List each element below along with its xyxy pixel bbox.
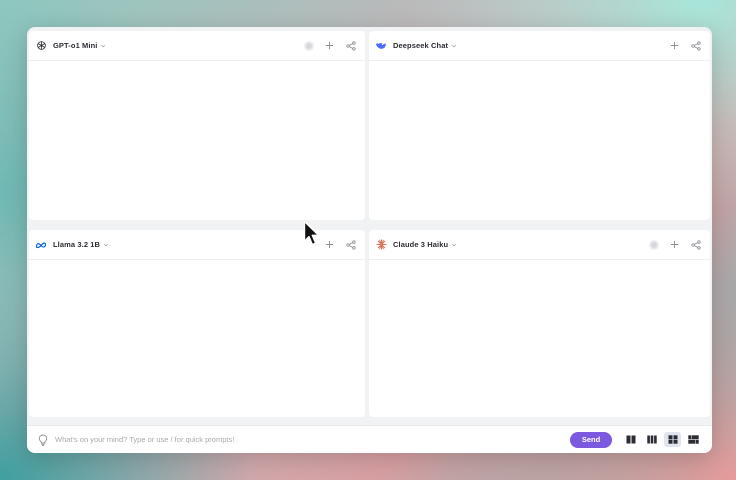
- meta-logo-icon: [35, 239, 47, 251]
- model-selector-label[interactable]: GPT-o1 Mini: [53, 41, 97, 50]
- chevron-down-icon[interactable]: [451, 43, 457, 49]
- share-icon[interactable]: [689, 39, 702, 52]
- pane-actions: [668, 39, 702, 52]
- chat-pane-deepseek: Deepseek Chat: [369, 31, 710, 220]
- chat-pane-claude: Claude 3 Haiku: [369, 230, 710, 417]
- layout-three-column-icon[interactable]: [643, 432, 660, 447]
- chat-pane-gpt: GPT-o1 Mini: [29, 31, 365, 220]
- app-window: GPT-o1 Mini Deepseek Chat Llama 3.2 1B C…: [27, 27, 712, 453]
- layout-grid-wide-icon[interactable]: [685, 432, 702, 447]
- claude-logo-icon: [375, 239, 387, 251]
- prompt-input[interactable]: [55, 435, 570, 444]
- mouse-cursor-icon: [303, 220, 320, 246]
- plus-icon[interactable]: [323, 39, 336, 52]
- model-grid: GPT-o1 Mini Deepseek Chat Llama 3.2 1B C…: [29, 31, 710, 417]
- chevron-down-icon[interactable]: [451, 242, 457, 248]
- model-selector-label[interactable]: Deepseek Chat: [393, 41, 448, 50]
- deepseek-logo-icon: [375, 40, 387, 52]
- chat-body: [369, 260, 710, 417]
- pane-actions: [302, 39, 357, 52]
- pane-actions: [323, 238, 357, 251]
- model-selector-label[interactable]: Claude 3 Haiku: [393, 240, 448, 249]
- layout-grid-2x2-icon[interactable]: [664, 432, 681, 447]
- share-icon[interactable]: [344, 39, 357, 52]
- chat-body: [29, 260, 365, 417]
- share-icon[interactable]: [344, 238, 357, 251]
- chat-pane-llama: Llama 3.2 1B: [29, 230, 365, 417]
- pane-actions: [647, 238, 702, 251]
- plus-icon[interactable]: [323, 238, 336, 251]
- chevron-down-icon[interactable]: [100, 43, 106, 49]
- share-icon[interactable]: [689, 238, 702, 251]
- lightbulb-icon[interactable]: [37, 434, 49, 446]
- openai-logo-icon: [35, 40, 47, 52]
- send-button[interactable]: Send: [570, 431, 612, 448]
- pane-header: Deepseek Chat: [369, 31, 710, 61]
- chat-body: [29, 61, 365, 220]
- status-dot-icon: [302, 39, 315, 52]
- layout-switcher: [622, 432, 702, 447]
- status-dot-icon: [647, 238, 660, 251]
- pane-header: GPT-o1 Mini: [29, 31, 365, 61]
- layout-two-column-icon[interactable]: [622, 432, 639, 447]
- pane-header: Claude 3 Haiku: [369, 230, 710, 260]
- plus-icon[interactable]: [668, 238, 681, 251]
- plus-icon[interactable]: [668, 39, 681, 52]
- model-selector-label[interactable]: Llama 3.2 1B: [53, 240, 100, 249]
- chat-body: [369, 61, 710, 220]
- prompt-bar: Send: [27, 425, 712, 453]
- chevron-down-icon[interactable]: [103, 242, 109, 248]
